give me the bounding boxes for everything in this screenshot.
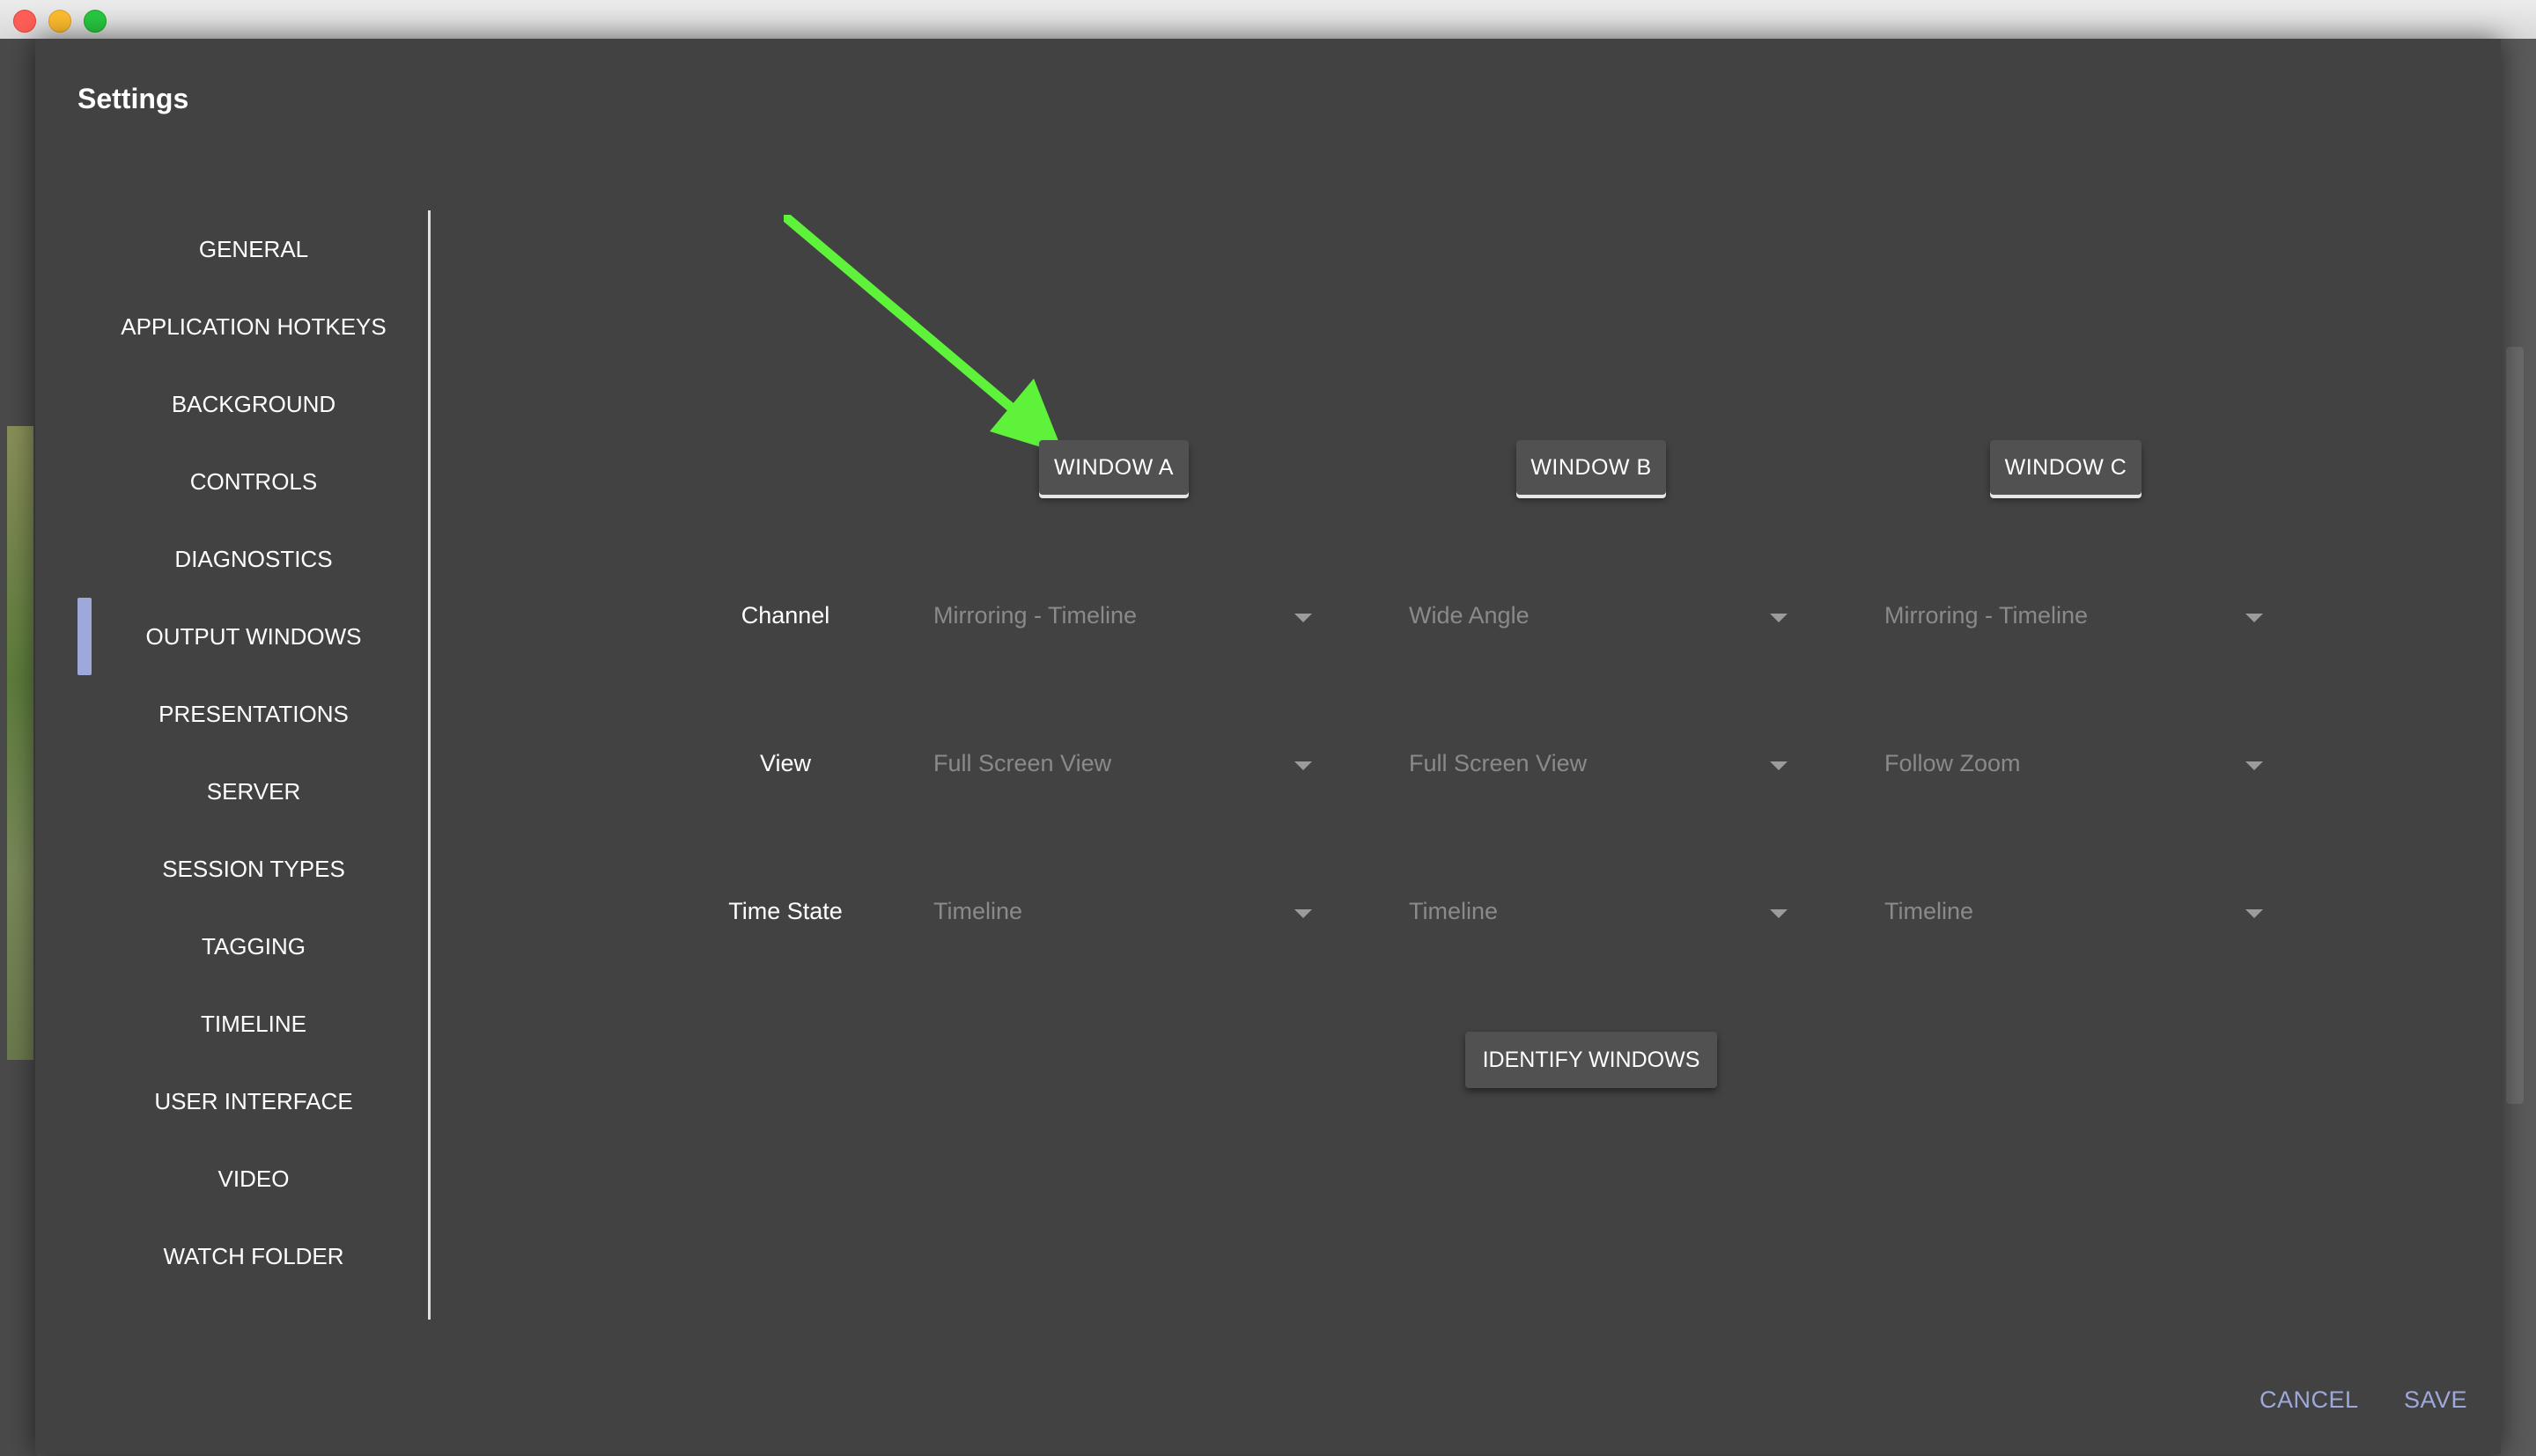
nav-item-label: BACKGROUND [171, 391, 336, 417]
settings-nav: GENERAL APPLICATION HOTKEYS BACKGROUND C… [77, 210, 430, 1295]
background-video-thumbnail [7, 426, 33, 1060]
nav-item-video[interactable]: VIDEO [77, 1140, 430, 1217]
nav-item-application-hotkeys[interactable]: APPLICATION HOTKEYS [77, 288, 430, 365]
window-c-button[interactable]: WINDOW C [1990, 440, 2142, 495]
nav-item-label: TAGGING [202, 933, 306, 960]
nav-item-label: OUTPUT WINDOWS [145, 623, 362, 650]
select-value: Full Screen View [1409, 750, 1588, 776]
nav-item-watch-folder[interactable]: WATCH FOLDER [77, 1217, 430, 1295]
nav-item-timeline[interactable]: TIMELINE [77, 985, 430, 1063]
window-a-button[interactable]: WINDOW A [1039, 440, 1189, 495]
nav-item-general[interactable]: GENERAL [77, 210, 430, 288]
window-b-view-select[interactable]: Full Screen View [1409, 743, 1788, 787]
background-app-left [0, 39, 37, 1456]
select-value: Follow Zoom [1884, 750, 2021, 776]
background-scrollbar [2506, 347, 2524, 1104]
window-b-time-state-select[interactable]: Timeline [1409, 891, 1788, 935]
nav-item-tagging[interactable]: TAGGING [77, 908, 430, 985]
nav-item-label: APPLICATION HOTKEYS [121, 313, 387, 340]
select-value: Timeline [1409, 898, 1499, 924]
select-value: Mirroring - Timeline [1884, 602, 2089, 629]
caret-down-icon [1770, 909, 1788, 918]
nav-item-label: GENERAL [198, 236, 309, 262]
caret-down-icon [2245, 614, 2263, 622]
nav-item-output-windows[interactable]: OUTPUT WINDOWS [77, 598, 430, 675]
time-state-label: Time State [728, 898, 843, 924]
green-arrow-icon [784, 215, 1064, 454]
window-b-channel-select[interactable]: Wide Angle [1409, 595, 1788, 639]
nav-item-label: SESSION TYPES [162, 856, 345, 882]
caret-down-icon [2245, 909, 2263, 918]
window-a-view-select[interactable]: Full Screen View [933, 743, 1312, 787]
nav-item-label: PRESENTATIONS [158, 701, 349, 727]
caret-down-icon [1294, 761, 1312, 770]
select-value: Wide Angle [1409, 602, 1530, 629]
nav-item-diagnostics[interactable]: DIAGNOSTICS [77, 520, 430, 598]
window-titlebar [0, 0, 2536, 40]
nav-item-presentations[interactable]: PRESENTATIONS [77, 675, 430, 753]
save-button[interactable]: SAVE [2399, 1386, 2473, 1415]
cancel-button[interactable]: CANCEL [2254, 1386, 2364, 1415]
view-label: View [759, 750, 812, 776]
window-b-button[interactable]: WINDOW B [1516, 440, 1666, 495]
identify-windows-button[interactable]: IDENTIFY WINDOWS [1465, 1032, 1717, 1088]
nav-item-label: CONTROLS [189, 468, 318, 495]
select-value: Timeline [933, 898, 1023, 924]
nav-item-controls[interactable]: CONTROLS [77, 443, 430, 520]
close-window-icon[interactable] [13, 10, 36, 33]
active-indicator [77, 598, 92, 675]
window-c-channel-select[interactable]: Mirroring - Timeline [1884, 595, 2263, 639]
nav-item-label: TIMELINE [201, 1011, 306, 1037]
channel-label: Channel [741, 602, 830, 629]
caret-down-icon [1294, 909, 1312, 918]
window-c-time-state-select[interactable]: Timeline [1884, 891, 2263, 935]
caret-down-icon [2245, 761, 2263, 770]
nav-item-label: SERVER [206, 778, 301, 805]
select-value: Timeline [1884, 898, 1974, 924]
window-c-view-select[interactable]: Follow Zoom [1884, 743, 2263, 787]
dialog-title: Settings [77, 83, 189, 114]
nav-divider [428, 210, 431, 1320]
caret-down-icon [1770, 614, 1788, 622]
nav-item-user-interface[interactable]: USER INTERFACE [77, 1063, 430, 1140]
background-app-right [2499, 39, 2536, 1456]
nav-item-background[interactable]: BACKGROUND [77, 365, 430, 443]
settings-dialog: Settings GENERAL APPLICATION HOTKEYS BAC… [35, 39, 2501, 1454]
window-a-time-state-select[interactable]: Timeline [933, 891, 1312, 935]
caret-down-icon [1294, 614, 1312, 622]
nav-item-session-types[interactable]: SESSION TYPES [77, 830, 430, 908]
select-value: Mirroring - Timeline [933, 602, 1138, 629]
minimize-window-icon[interactable] [48, 10, 71, 33]
maximize-window-icon[interactable] [84, 10, 107, 33]
nav-item-label: DIAGNOSTICS [174, 546, 333, 572]
nav-item-server[interactable]: SERVER [77, 753, 430, 830]
window-a-channel-select[interactable]: Mirroring - Timeline [933, 595, 1312, 639]
nav-item-label: WATCH FOLDER [163, 1243, 344, 1269]
nav-item-label: USER INTERFACE [154, 1088, 353, 1114]
caret-down-icon [1770, 761, 1788, 770]
nav-item-label: VIDEO [217, 1166, 290, 1192]
select-value: Full Screen View [933, 750, 1112, 776]
